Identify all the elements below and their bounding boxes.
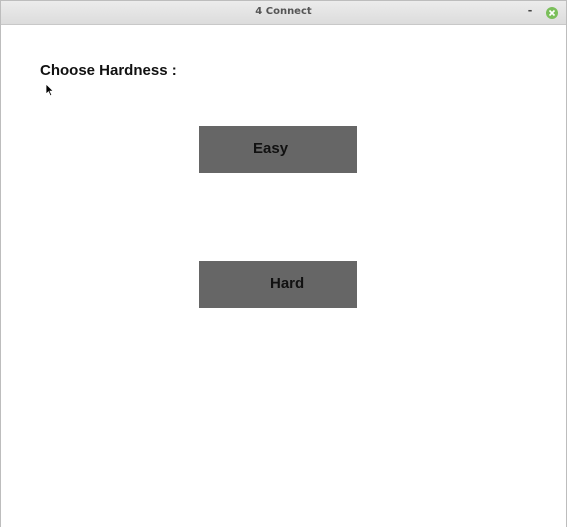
easy-button[interactable]: Easy [199, 126, 357, 173]
close-button[interactable] [546, 7, 558, 19]
hard-button-label: Hard [270, 275, 305, 292]
close-icon [548, 9, 556, 17]
choose-hardness-label: Choose Hardness : [40, 62, 177, 79]
app-window: 4 Connect - Choose Hardness : Easy Hard [0, 0, 567, 527]
hard-button[interactable]: Hard [199, 261, 357, 308]
title-bar: 4 Connect - [1, 1, 566, 25]
window-title: 4 Connect [255, 6, 312, 17]
main-content: Choose Hardness : Easy Hard [1, 25, 566, 527]
easy-button-label: Easy [253, 140, 289, 157]
minimize-button[interactable]: - [523, 3, 537, 19]
mouse-pointer-icon [45, 83, 55, 102]
